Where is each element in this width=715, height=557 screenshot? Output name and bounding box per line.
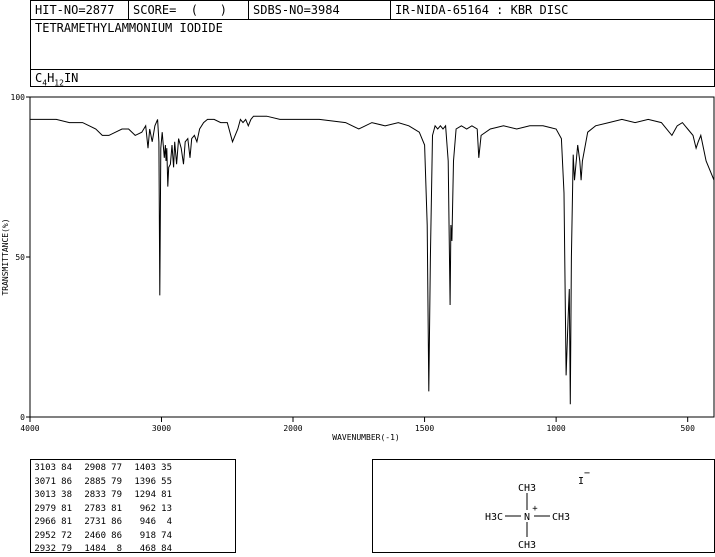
peak-transmittance: 79 (111, 490, 122, 500)
peak-wavenumber: 946 (139, 517, 156, 527)
peak-transmittance: 79 (111, 476, 122, 487)
x-tick-label: 1500 (415, 424, 434, 433)
peak-wavenumber: 2833 (84, 490, 106, 500)
methyl-top: CH3 (518, 483, 536, 494)
x-tick-label: 500 (680, 424, 695, 433)
peak-wavenumber: 2979 (34, 503, 56, 514)
spectrum-line (30, 115, 715, 405)
peak-transmittance: 38 (61, 490, 72, 500)
peak-wavenumber: 2885 (84, 476, 106, 487)
peak-transmittance: 55 (161, 476, 172, 487)
peak-wavenumber: 2952 (34, 530, 56, 541)
peak-transmittance: 86 (61, 476, 72, 487)
peak-transmittance: 84 (161, 544, 172, 554)
peak-wavenumber: 2932 (34, 544, 56, 554)
peak-transmittance: 79 (61, 544, 72, 554)
peak-wavenumber: 2460 (84, 530, 106, 541)
peak-row: 2932 79 1484 8 468 84 (34, 543, 172, 557)
peak-wavenumber: 962 (139, 503, 156, 514)
peak-row: 3071 86 2885 79 1396 55 (34, 476, 172, 490)
methyl-left: H3C (485, 512, 503, 523)
peak-transmittance: 4 (166, 517, 172, 527)
peak-wavenumber: 1403 (134, 463, 156, 473)
x-tick-label: 1000 (546, 424, 565, 433)
peak-transmittance: 86 (111, 517, 122, 527)
peak-wavenumber: 2908 (84, 463, 106, 473)
peak-transmittance: 77 (111, 463, 122, 473)
structure-box: CH3 CH3 H3C CH3 N + I − (372, 459, 715, 553)
peak-wavenumber: 468 (139, 544, 156, 554)
plot-frame (29, 96, 715, 418)
peak-transmittance: 81 (111, 503, 122, 514)
peak-wavenumber: 2783 (84, 503, 106, 514)
ir-spectrum-chart: 4000 3000 2000 1500 1000 500100500 WAVENUMBER… (1, 93, 715, 442)
positive-charge: + (532, 504, 538, 514)
structure-diagram: CH3 CH3 H3C CH3 N + I − (485, 468, 590, 551)
peak-transmittance: 72 (61, 530, 72, 541)
methyl-right: CH3 (552, 512, 570, 523)
y-tick-label: 100 (11, 93, 26, 102)
x-tick-label: 2000 (283, 424, 302, 433)
peak-wavenumber: 3071 (34, 476, 56, 487)
y-axis-label: TRANSMITTANCE(%) (1, 218, 10, 295)
peak-row: 2979 81 2783 81 962 13 (34, 503, 172, 517)
peak-transmittance: 81 (61, 517, 72, 527)
x-tick-label: 4000 (20, 424, 39, 433)
methyl-bottom: CH3 (518, 540, 536, 551)
nitrogen-atom: N (524, 512, 530, 523)
peak-row: 3013 38 2833 79 1294 81 (34, 489, 172, 503)
peak-transmittance: 84 (61, 463, 72, 473)
peak-transmittance: 35 (161, 463, 172, 473)
peak-wavenumber: 3103 (34, 463, 56, 473)
peak-row: 2952 72 2460 86 918 74 (34, 530, 172, 544)
x-axis-label: WAVENUMBER(-1) (332, 433, 399, 442)
peak-wavenumber: 1396 (134, 476, 156, 487)
peak-transmittance: 13 (161, 503, 172, 514)
peak-transmittance: 81 (61, 503, 72, 514)
peak-wavenumber: 918 (139, 530, 156, 541)
peak-transmittance: 74 (161, 530, 172, 541)
peak-table: 3103 84 2908 77 1403 35 3071 86 2885 79 1396 55 3013… (34, 462, 172, 557)
peak-wavenumber: 1484 (84, 544, 106, 554)
peak-wavenumber: 1294 (134, 490, 156, 500)
peak-transmittance: 81 (161, 490, 172, 500)
peak-wavenumber: 2731 (84, 517, 106, 527)
peak-row: 2966 81 2731 86 946 4 (34, 516, 172, 530)
peak-wavenumber: 3013 (34, 490, 56, 500)
negative-charge: − (584, 468, 590, 479)
peak-wavenumber: 2966 (34, 517, 56, 527)
y-tick-label: 50 (15, 253, 25, 262)
peak-row: 3103 84 2908 77 1403 35 (34, 462, 172, 476)
y-tick-label: 0 (20, 413, 25, 422)
peak-transmittance: 8 (116, 544, 122, 554)
x-tick-label: 3000 (152, 424, 171, 433)
peak-transmittance: 86 (111, 530, 122, 541)
